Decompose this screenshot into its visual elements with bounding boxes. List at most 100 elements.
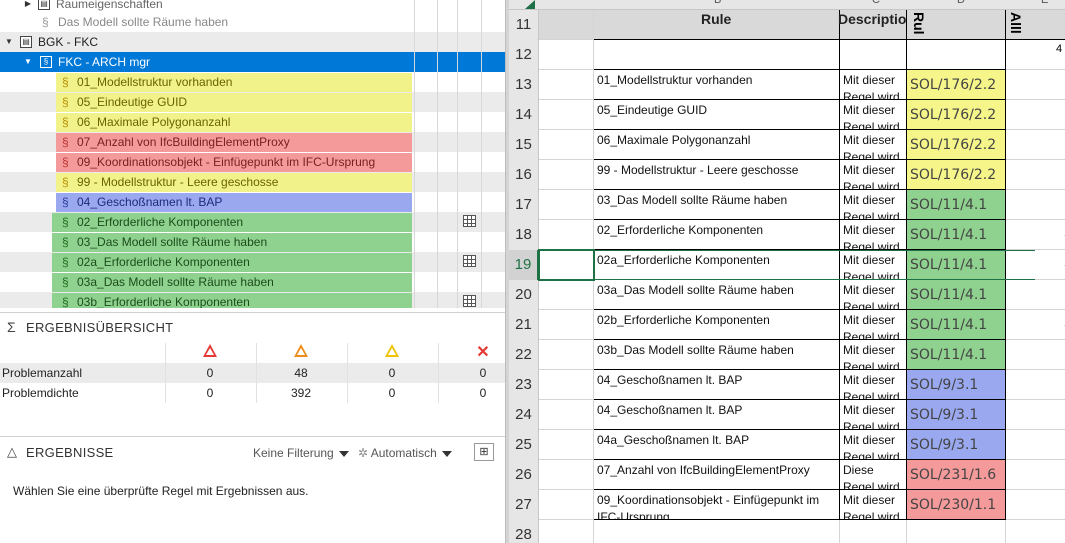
cell-e[interactable] <box>1006 430 1065 460</box>
description-cell[interactable]: Mit dieser Regel wird <box>840 100 907 130</box>
tree-rule-row[interactable]: § 06_Maximale Polygonanzahl <box>0 112 505 132</box>
cell-a[interactable] <box>539 280 594 310</box>
row-number[interactable]: 17 <box>509 190 539 220</box>
sol-cell[interactable]: SOL/231/1.6 <box>907 460 1006 490</box>
sol-cell[interactable]: SOL/11/4.1 <box>907 220 1006 250</box>
table-icon[interactable] <box>463 215 476 227</box>
sol-cell[interactable]: SOL/9/3.1 <box>907 370 1006 400</box>
sol-cell[interactable]: SOL/11/4.1 <box>907 280 1006 310</box>
filter-dropdown[interactable]: Keine Filterung <box>253 446 349 460</box>
cell-a[interactable] <box>539 370 594 400</box>
cell-e[interactable] <box>1006 70 1065 100</box>
tree-item-bgk-fkc[interactable]: ▼ ▤ BGK - FKC <box>0 32 505 52</box>
tree-rule-row[interactable]: § 02a_Erforderliche Komponenten <box>0 252 505 272</box>
cell-a[interactable] <box>539 70 594 100</box>
cell-e[interactable] <box>1006 490 1065 520</box>
cell-a[interactable] <box>539 310 594 340</box>
row-number[interactable]: 26 <box>509 460 539 490</box>
cell-a[interactable] <box>539 160 594 190</box>
cell-a[interactable] <box>539 340 594 370</box>
select-all-corner[interactable] <box>525 0 535 9</box>
description-cell[interactable]: Mit dieser Regel wird <box>840 430 907 460</box>
cell-a12[interactable] <box>539 40 594 70</box>
row-number[interactable]: 24 <box>509 400 539 430</box>
row-number[interactable]: 20 <box>509 280 539 310</box>
tree-rule-row[interactable]: § 02_Erforderliche Komponenten <box>0 212 505 232</box>
row-number[interactable]: 28 <box>509 520 539 543</box>
sol-cell[interactable]: SOL/11/4.1 <box>907 340 1006 370</box>
column-letter-b[interactable]: B <box>714 0 721 6</box>
row-number[interactable]: 13 <box>509 70 539 100</box>
rule-cell[interactable]: 04_Geschoßnamen lt. BAP <box>594 400 840 430</box>
description-cell[interactable]: Diese Regel wird <box>840 460 907 490</box>
tree-rule-row[interactable]: § 99 - Modellstruktur - Leere geschosse <box>0 172 505 192</box>
description-cell[interactable]: Mit dieser Regel wird <box>840 490 907 520</box>
row-number[interactable]: 27 <box>509 490 539 520</box>
tree-rule-row[interactable]: § 05_Eindeutige GUID <box>0 92 505 112</box>
cell-e[interactable] <box>1006 280 1065 310</box>
description-cell[interactable]: Mit dieser Regel wird <box>840 220 907 250</box>
cell-a[interactable] <box>539 460 594 490</box>
row-number[interactable]: 23 <box>509 370 539 400</box>
collapse-arrow-icon[interactable]: ▼ <box>3 32 15 52</box>
tree-rule-row[interactable]: § 04_Geschoßnamen lt. BAP <box>0 192 505 212</box>
rule-cell[interactable]: 03a_Das Modell sollte Räume haben <box>594 280 840 310</box>
cell-e[interactable] <box>1006 370 1065 400</box>
rule-cell[interactable]: 02b_Erforderliche Komponenten <box>594 310 840 340</box>
tree-view-button[interactable]: ⊞ <box>474 443 494 461</box>
row-number[interactable]: 22 <box>509 340 539 370</box>
cell-a[interactable] <box>539 400 594 430</box>
column-letter-d[interactable]: D <box>957 0 965 6</box>
cell-c28[interactable] <box>840 520 907 543</box>
sol-cell[interactable]: SOL/230/1.1 <box>907 490 1006 520</box>
row-number[interactable]: 15 <box>509 130 539 160</box>
tree-rule-row[interactable]: § 03b_Erforderliche Komponenten <box>0 292 505 308</box>
rule-cell[interactable]: 07_Anzahl von IfcBuildingElementProxy <box>594 460 840 490</box>
cell-e[interactable] <box>1006 130 1065 160</box>
cell-b28[interactable] <box>594 520 840 543</box>
cell-a[interactable] <box>539 220 594 250</box>
rule-cell[interactable]: 05_Eindeutige GUID <box>594 100 840 130</box>
tree-rule-row[interactable]: § 03a_Das Modell sollte Räume haben <box>0 272 505 292</box>
rule-cell[interactable]: 99 - Modellstruktur - Leere geschosse <box>594 160 840 190</box>
sol-cell[interactable]: SOL/176/2.2 <box>907 160 1006 190</box>
rule-cell[interactable]: 09_Koordinationsobjekt - Einfügepunkt im… <box>594 490 840 520</box>
cell-a[interactable] <box>539 100 594 130</box>
tree-item-fkc-arch-mgr[interactable]: ▼ § FKC - ARCH mgr <box>0 52 505 72</box>
collapse-arrow-icon[interactable]: ▼ <box>22 52 34 72</box>
rule-tree[interactable]: ▶ ▤ Raumeigenschaften § Das Modell sollt… <box>0 0 505 308</box>
description-cell[interactable]: Mit dieser Regel wird <box>840 70 907 100</box>
sol-cell[interactable]: SOL/176/2.2 <box>907 100 1006 130</box>
row-number[interactable]: 19 <box>509 250 539 280</box>
tree-rule-row[interactable]: § 09_Koordinationsobjekt - Einfügepunkt … <box>0 152 505 172</box>
description-cell[interactable]: Mit dieser Regel wird <box>840 190 907 220</box>
cell-a11[interactable] <box>539 10 594 40</box>
sol-cell[interactable]: SOL/176/2.2 <box>907 70 1006 100</box>
table-icon[interactable] <box>463 255 476 267</box>
cell-b12[interactable] <box>594 40 840 70</box>
cell-e28[interactable] <box>1006 520 1065 543</box>
cell-a[interactable] <box>539 430 594 460</box>
table-icon[interactable] <box>463 295 476 307</box>
cell-e[interactable] <box>1006 460 1065 490</box>
row-number[interactable]: 14 <box>509 100 539 130</box>
row-number[interactable]: 11 <box>509 10 539 40</box>
cell-a[interactable] <box>539 190 594 220</box>
row-number[interactable]: 21 <box>509 310 539 340</box>
cell-a[interactable] <box>539 490 594 520</box>
row-number[interactable]: 16 <box>509 160 539 190</box>
description-cell[interactable]: Mit dieser Regel wird <box>840 370 907 400</box>
sol-cell[interactable]: SOL/9/3.1 <box>907 430 1006 460</box>
cell-d12[interactable] <box>907 40 1006 70</box>
rule-cell[interactable]: 04a_Geschoßnamen lt. BAP <box>594 430 840 460</box>
description-cell[interactable]: Mit dieser Regel wird <box>840 340 907 370</box>
cell-e[interactable] <box>1006 220 1065 250</box>
column-letter-c[interactable]: C <box>872 0 880 6</box>
rule-cell[interactable]: 04_Geschoßnamen lt. BAP <box>594 370 840 400</box>
description-cell[interactable]: Mit dieser Regel wird <box>840 130 907 160</box>
cell-e[interactable] <box>1006 310 1065 340</box>
description-cell[interactable]: Mit dieser Regel wird <box>840 160 907 190</box>
tree-rule-row[interactable]: § 03_Das Modell sollte Räume haben <box>0 232 505 252</box>
row-number[interactable]: 25 <box>509 430 539 460</box>
rule-cell[interactable]: 01_Modellstruktur vorhanden <box>594 70 840 100</box>
